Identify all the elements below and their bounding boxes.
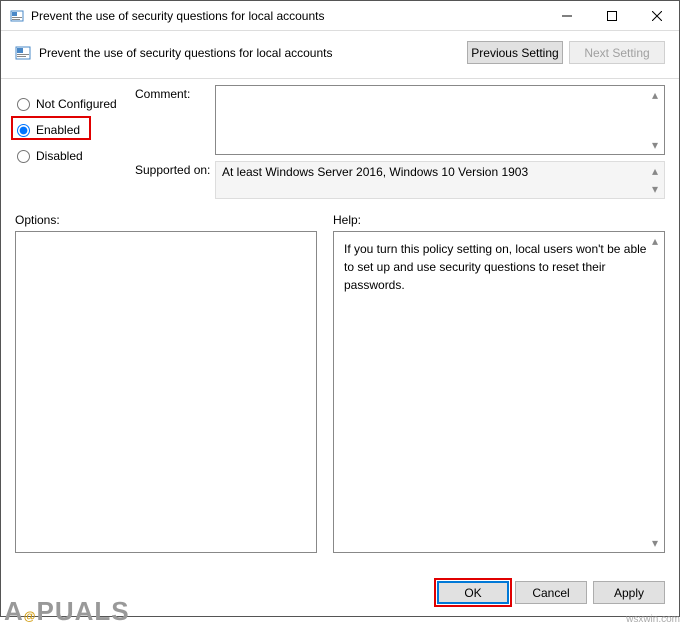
minimize-button[interactable] — [544, 1, 589, 30]
dialog-buttons: OK Cancel Apply — [437, 581, 665, 604]
options-panel — [15, 231, 317, 553]
scroll-up-icon: ▴ — [647, 163, 663, 179]
scroll-down-icon: ▾ — [647, 181, 663, 197]
config-area: Not Configured Enabled Disabled Comment:… — [1, 79, 679, 209]
radio-enabled-label: Enabled — [36, 123, 80, 137]
supported-label: Supported on: — [135, 161, 215, 199]
scroll-down-icon[interactable]: ▾ — [647, 137, 663, 153]
policy-icon — [9, 8, 25, 24]
dialog-window: Prevent the use of security questions fo… — [0, 0, 680, 617]
state-radio-group: Not Configured Enabled Disabled — [15, 85, 135, 205]
radio-not-configured[interactable]: Not Configured — [15, 91, 135, 117]
header-label: Prevent the use of security questions fo… — [39, 46, 461, 60]
radio-not-configured-input[interactable] — [17, 98, 30, 111]
supported-row: Supported on: At least Windows Server 20… — [135, 161, 665, 199]
ok-button[interactable]: OK — [437, 581, 509, 604]
radio-disabled[interactable]: Disabled — [15, 143, 135, 169]
radio-disabled-label: Disabled — [36, 149, 83, 163]
cancel-button[interactable]: Cancel — [515, 581, 587, 604]
scroll-up-icon[interactable]: ▴ — [647, 233, 663, 249]
supported-textbox: At least Windows Server 2016, Windows 10… — [215, 161, 665, 199]
scroll-down-icon[interactable]: ▾ — [647, 535, 663, 551]
previous-setting-button[interactable]: Previous Setting — [467, 41, 563, 64]
help-text: If you turn this policy setting on, loca… — [344, 242, 646, 292]
window-controls — [544, 1, 679, 30]
radio-not-configured-label: Not Configured — [36, 97, 117, 111]
fields-column: Comment: ▴ ▾ Supported on: At least Wind… — [135, 85, 665, 205]
help-panel: If you turn this policy setting on, loca… — [333, 231, 665, 553]
watermark-left: A@PUALS — [4, 596, 130, 627]
apply-button[interactable]: Apply — [593, 581, 665, 604]
close-button[interactable] — [634, 1, 679, 30]
radio-enabled[interactable]: Enabled — [15, 117, 135, 143]
watermark-right: wsxwin.com — [626, 614, 680, 625]
comment-textarea[interactable]: ▴ ▾ — [215, 85, 665, 155]
supported-value: At least Windows Server 2016, Windows 10… — [222, 165, 528, 179]
next-setting-button: Next Setting — [569, 41, 665, 64]
radio-enabled-input[interactable] — [17, 124, 30, 137]
titlebar-text: Prevent the use of security questions fo… — [31, 9, 544, 23]
radio-disabled-input[interactable] — [17, 150, 30, 163]
comment-row: Comment: ▴ ▾ — [135, 85, 665, 155]
titlebar: Prevent the use of security questions fo… — [1, 1, 679, 31]
maximize-button[interactable] — [589, 1, 634, 30]
lower-labels: Options: Help: — [1, 209, 679, 231]
help-label: Help: — [333, 213, 361, 227]
scroll-up-icon[interactable]: ▴ — [647, 87, 663, 103]
options-label: Options: — [15, 213, 333, 227]
ok-wrap: OK — [437, 581, 509, 604]
header-row: Prevent the use of security questions fo… — [1, 31, 679, 79]
comment-label: Comment: — [135, 85, 215, 155]
lower-panels: If you turn this policy setting on, loca… — [1, 231, 679, 553]
policy-icon — [15, 45, 31, 61]
